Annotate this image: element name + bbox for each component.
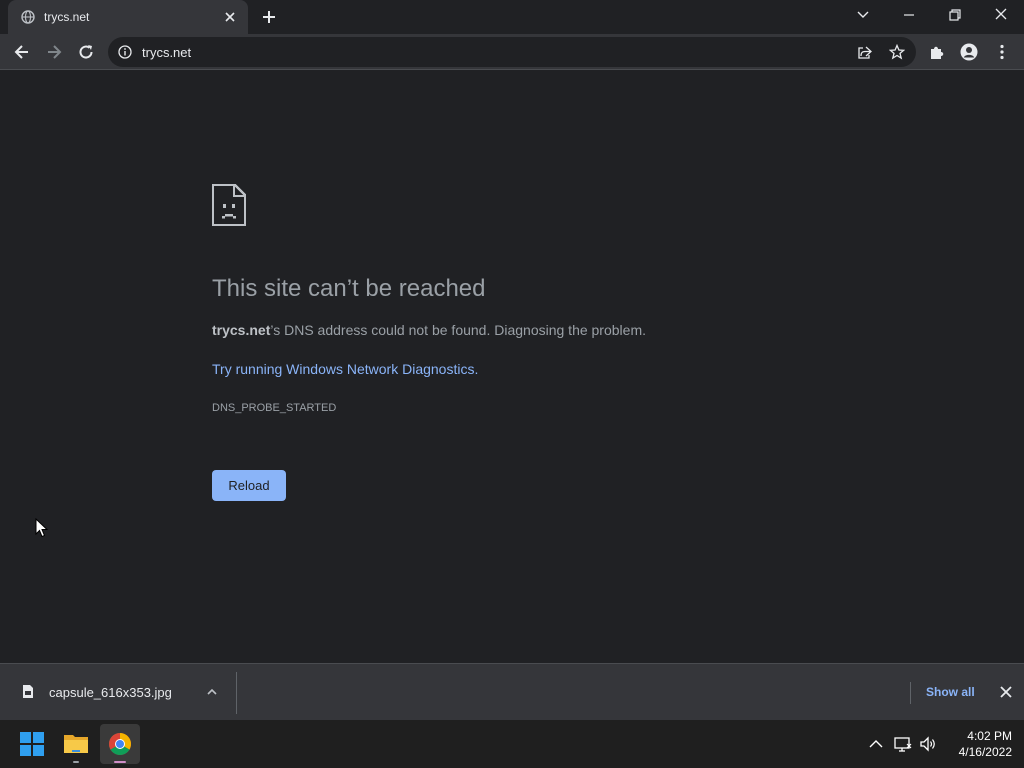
error-message: ’s DNS address could not be found. Diagn… bbox=[270, 322, 646, 338]
close-download-bar-icon[interactable] bbox=[998, 684, 1014, 700]
close-window-icon[interactable] bbox=[989, 4, 1013, 26]
reload-icon[interactable] bbox=[76, 42, 96, 62]
chevron-up-icon[interactable] bbox=[866, 734, 886, 754]
error-description: trycs.net’s DNS address could not be fou… bbox=[212, 322, 646, 338]
system-clock[interactable]: 4:02 PM 4/16/2022 bbox=[940, 728, 1012, 760]
clock-date: 4/16/2022 bbox=[958, 745, 1012, 759]
download-divider bbox=[236, 672, 237, 714]
tab-title: trycs.net bbox=[44, 10, 90, 24]
show-all-button[interactable]: Show all bbox=[926, 685, 975, 699]
windows-start-icon[interactable] bbox=[12, 724, 52, 764]
browser-toolbar: trycs.net bbox=[0, 34, 1024, 70]
back-arrow-icon[interactable] bbox=[12, 42, 32, 62]
error-host: trycs.net bbox=[212, 322, 271, 338]
page-content: This site can’t be reached trycs.net’s D… bbox=[0, 71, 1024, 663]
tab-close-icon[interactable] bbox=[222, 9, 238, 25]
menu-icon[interactable] bbox=[993, 43, 1011, 61]
chevron-up-icon[interactable] bbox=[205, 685, 219, 699]
minimize-icon[interactable] bbox=[897, 4, 921, 26]
mouse-cursor-icon bbox=[35, 518, 49, 538]
file-icon bbox=[22, 684, 34, 699]
download-bar: capsule_616x353.jpg Show all bbox=[0, 663, 1024, 720]
globe-icon bbox=[21, 10, 35, 24]
network-icon[interactable] bbox=[893, 734, 913, 754]
clock-time: 4:02 PM bbox=[967, 729, 1012, 743]
profile-icon[interactable] bbox=[960, 43, 978, 61]
star-icon[interactable] bbox=[889, 44, 905, 60]
taskbar: 4:02 PM 4/16/2022 bbox=[0, 720, 1024, 768]
extensions-icon[interactable] bbox=[928, 43, 946, 61]
info-icon[interactable] bbox=[118, 45, 132, 59]
url-text[interactable]: trycs.net bbox=[142, 45, 191, 60]
share-icon[interactable] bbox=[857, 44, 873, 60]
tab-strip: trycs.net bbox=[0, 0, 1024, 34]
new-tab-icon[interactable] bbox=[260, 8, 278, 26]
restore-icon[interactable] bbox=[943, 4, 967, 26]
sad-page-icon bbox=[212, 184, 246, 226]
chrome-icon[interactable] bbox=[100, 724, 140, 764]
error-heading: This site can’t be reached bbox=[212, 275, 486, 302]
forward-arrow-icon[interactable] bbox=[44, 42, 64, 62]
volume-icon[interactable] bbox=[918, 734, 938, 754]
file-explorer-icon[interactable] bbox=[56, 724, 96, 764]
reload-button[interactable]: Reload bbox=[212, 470, 286, 501]
show-all-divider bbox=[910, 682, 911, 704]
network-diagnostics-link[interactable]: Try running Windows Network Diagnostics. bbox=[212, 361, 478, 377]
tab-trycs[interactable]: trycs.net bbox=[8, 0, 248, 34]
error-code: DNS_PROBE_STARTED bbox=[212, 402, 337, 414]
tab-search-icon[interactable] bbox=[851, 4, 875, 26]
address-bar[interactable]: trycs.net bbox=[108, 37, 916, 67]
download-filename[interactable]: capsule_616x353.jpg bbox=[49, 685, 172, 700]
